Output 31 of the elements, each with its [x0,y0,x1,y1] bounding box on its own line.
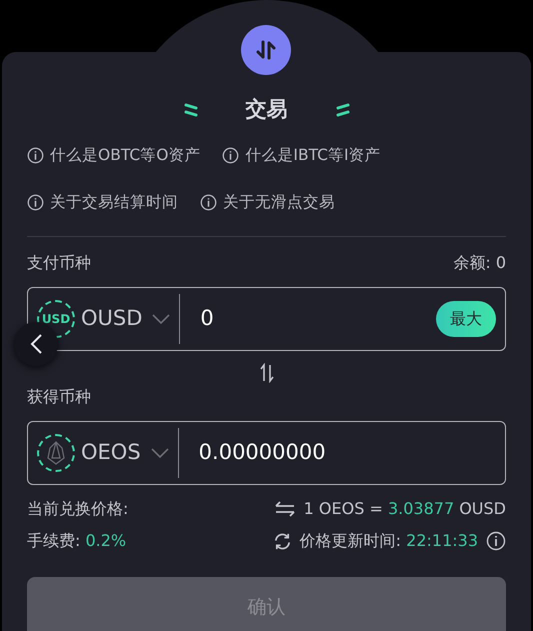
info-icon [27,146,44,164]
info-icon [222,146,240,164]
pay-label: 支付币种 [27,252,91,274]
amount-field[interactable]: 0.00000000 [178,437,505,469]
panel-title: 交易 [246,96,288,123]
info-link[interactable]: 什么是OBTC等O资产 [27,144,200,167]
chevron-down-icon [152,314,170,324]
info-icon [27,194,44,211]
eos-coin-icon [37,434,75,472]
balance-text: 余额: 0 [453,252,506,274]
exchange-input-box[interactable]: OEOS 0.00000000 [27,421,506,485]
info-link[interactable]: 关于无滑点交易 [200,190,335,214]
exchange-icon [274,501,296,517]
squiggle-icon [336,102,350,118]
swap-icon [258,363,276,383]
info-icon [200,194,217,211]
refresh-icon [272,532,292,550]
currency-selector[interactable]: OEOS [28,428,179,478]
max-button[interactable]: 最大 [436,301,496,337]
exchange-rate: 1 OEOS = 3.03877 OUSD [304,498,506,520]
info-link[interactable]: 什么是IBTC等I资产 [222,144,381,167]
update-time: 价格更新时间: 22:11:33 [300,530,478,552]
squiggle-icon [184,102,198,118]
info-link[interactable]: 关于交易结算时间 [27,190,178,214]
receive-label: 获得币种 [27,386,91,408]
fee-text: 手续费: 0.2% [27,530,126,552]
amount-field[interactable]: 0 [180,303,436,335]
rate-label: 当前兑换价格: [27,498,128,520]
chevron-down-icon [150,448,169,458]
back-icon [29,333,43,355]
info-icon[interactable] [486,531,506,551]
